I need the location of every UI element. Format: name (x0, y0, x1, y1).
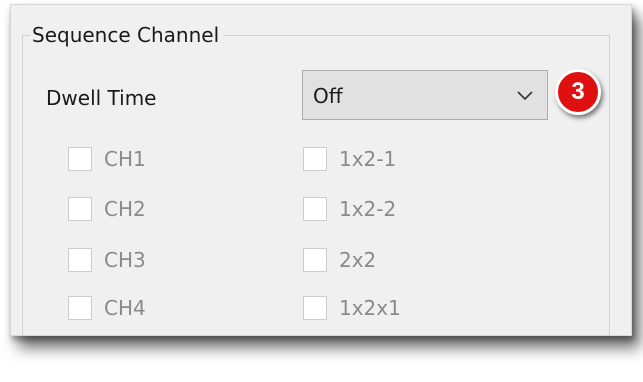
checkbox-label: CH4 (104, 296, 146, 320)
group-title: Sequence Channel (30, 23, 224, 47)
checkbox-box[interactable] (68, 248, 92, 272)
checkbox-label: 1x2-1 (339, 147, 397, 171)
checkbox-box[interactable] (68, 147, 92, 171)
checkbox-box[interactable] (68, 197, 92, 221)
checkbox-box[interactable] (68, 296, 92, 320)
checkbox-label: 1x2-2 (339, 197, 397, 221)
checkbox-box[interactable] (303, 197, 327, 221)
step-number-badge: 3 (555, 69, 601, 115)
checkbox-label: CH2 (104, 197, 146, 221)
dwell-time-dropdown[interactable]: Off (302, 70, 548, 120)
checkbox-box[interactable] (303, 248, 327, 272)
chevron-down-icon (517, 91, 533, 101)
dwell-time-value: Off (313, 84, 343, 108)
checkbox-box[interactable] (303, 296, 327, 320)
checkbox-label: CH3 (104, 248, 146, 272)
checkbox-label: 2x2 (339, 248, 377, 272)
checkbox-label: CH1 (104, 147, 146, 171)
dwell-time-label: Dwell Time (46, 86, 157, 110)
checkbox-box[interactable] (303, 147, 327, 171)
checkbox-label: 1x2x1 (339, 296, 401, 320)
